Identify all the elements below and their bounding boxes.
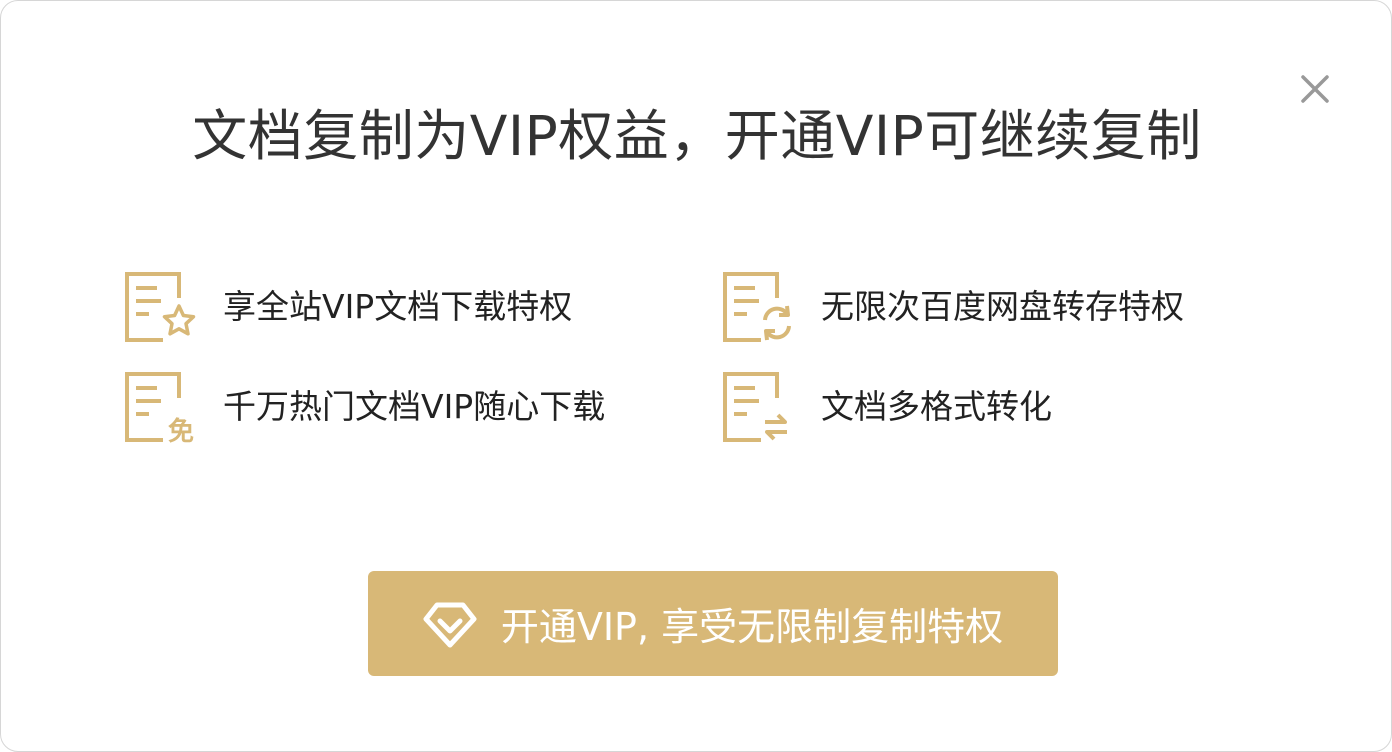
document-star-icon [125,272,196,342]
feature-label: 文档多格式转化 [821,387,1052,426]
vip-dialog: 文档复制为VIP权益，开通VIP可继续复制 享全站VIP文档下载特权 无限次百度… [0,0,1392,752]
open-vip-button-label: 开通VIP, 享受无限制复制特权 [500,605,1004,649]
document-free-icon: 免 [125,372,194,446]
diamond-icon [423,602,477,647]
svg-text:免: 免 [168,416,194,446]
document-convert-icon [723,372,787,442]
feature-label: 享全站VIP文档下载特权 [223,287,573,326]
open-vip-button[interactable]: 开通VIP, 享受无限制复制特权 [368,571,1058,676]
feature-label: 千万热门文档VIP随心下载 [223,387,606,426]
dialog-title: 文档复制为VIP权益，开通VIP可继续复制 [192,104,1202,168]
feature-item-free-download: 免 千万热门文档VIP随心下载 [123,367,605,447]
feature-item-format-convert: 文档多格式转化 [721,367,1052,447]
document-sync-icon [723,272,791,342]
feature-item-vip-download: 享全站VIP文档下载特权 [123,267,572,347]
feature-label: 无限次百度网盘转存特权 [821,287,1184,326]
feature-item-netdisk-save: 无限次百度网盘转存特权 [721,267,1184,347]
